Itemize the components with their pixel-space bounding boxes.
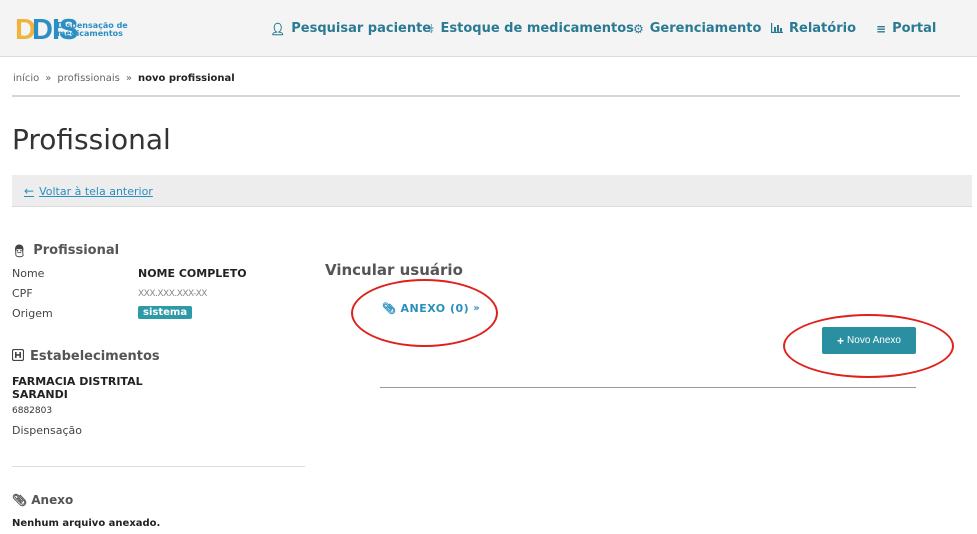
arrow-left-icon: ←	[24, 184, 35, 198]
back-bar: ← Voltar à tela anterior	[12, 175, 972, 207]
nav-relatorio[interactable]: Relatório	[771, 0, 856, 57]
left-divider	[12, 466, 305, 467]
section-title-text: Anexo	[31, 493, 74, 507]
estabelecimento-name-line-1: FARMACIA DISTRITAL	[12, 375, 143, 388]
breadcrumb-separator: »	[125, 73, 132, 84]
nav-label: Estoque de medicamentos	[440, 21, 634, 36]
breadcrumb-profissionais[interactable]: profissionais	[57, 73, 119, 84]
estabelecimento-name: FARMACIA DISTRITAL SARANDI	[12, 375, 143, 401]
nav-pesquisar-paciente[interactable]: 👤︎ Pesquisar paciente	[270, 0, 431, 57]
back-link[interactable]: ← Voltar à tela anterior	[24, 184, 153, 198]
no-attachment-message: Nenhum arquivo anexado.	[12, 518, 161, 529]
section-title-text: Estabelecimentos	[30, 349, 160, 364]
annotation-ellipse-anexo	[351, 279, 498, 347]
annotation-ellipse-novo-anexo	[783, 314, 954, 378]
back-link-label: Voltar à tela anterior	[39, 184, 153, 198]
nome-label: Nome	[12, 267, 45, 280]
nav-portal[interactable]: ≡ Portal	[876, 0, 936, 57]
nome-value: NOME COMPLETO	[138, 267, 247, 280]
gear-icon: ⚙	[633, 21, 644, 36]
estabelecimento-name-line-2: SARANDI	[12, 388, 68, 401]
vincular-usuario-title: Vincular usuário	[325, 261, 463, 279]
logo-mark: D DIS	[15, 14, 78, 46]
estabelecimentos-section-title: Estabelecimentos	[11, 348, 160, 364]
logo-main-text: DIS	[32, 14, 78, 46]
nav-estoque-medicamentos[interactable]: ⚕ Estoque de medicamentos	[428, 0, 634, 57]
nav-label: Relatório	[789, 21, 856, 36]
bar-chart-icon	[771, 22, 783, 36]
breadcrumb-separator: »	[45, 73, 52, 84]
origem-badge: sistema	[138, 306, 193, 319]
top-navbar: D DIS Dispensação de medicamentos 👤︎ Pesq…	[0, 0, 977, 57]
breadcrumb-inicio[interactable]: início	[13, 73, 39, 84]
breadcrumb-divider	[12, 95, 960, 97]
hospital-icon	[11, 348, 25, 364]
estabelecimento-code: 6882803	[12, 406, 53, 416]
cpf-label: CPF	[12, 287, 33, 300]
app-logo[interactable]: D DIS Dispensação de medicamentos	[15, 14, 128, 46]
medkit-icon: ⚕	[428, 21, 435, 36]
user-icon: 👤︎	[270, 21, 286, 36]
menu-icon: ≡	[876, 21, 887, 36]
breadcrumb: início » profissionais » novo profission…	[13, 73, 235, 84]
section-title-text: Profissional	[33, 243, 120, 258]
origem-label: Origem	[12, 307, 53, 320]
nav-label: Pesquisar paciente	[291, 21, 432, 36]
nav-label: Gerenciamento	[649, 21, 762, 36]
estabelecimento-type: Dispensação	[12, 424, 82, 437]
cpf-value: XXX.XXX.XXX-XX	[138, 289, 207, 299]
page-title: Profissional	[12, 123, 171, 156]
profissional-section-title: 👨︎ Profissional	[12, 243, 119, 258]
user-md-icon: 👨︎	[12, 243, 28, 258]
nav-label: Portal	[892, 21, 937, 36]
paperclip-icon: 📎︎	[12, 493, 28, 507]
breadcrumb-current: novo profissional	[137, 73, 235, 84]
nav-gerenciamento[interactable]: ⚙ Gerenciamento	[633, 0, 761, 57]
anexo-section-title: 📎︎ Anexo	[12, 493, 73, 507]
right-divider	[380, 387, 916, 388]
